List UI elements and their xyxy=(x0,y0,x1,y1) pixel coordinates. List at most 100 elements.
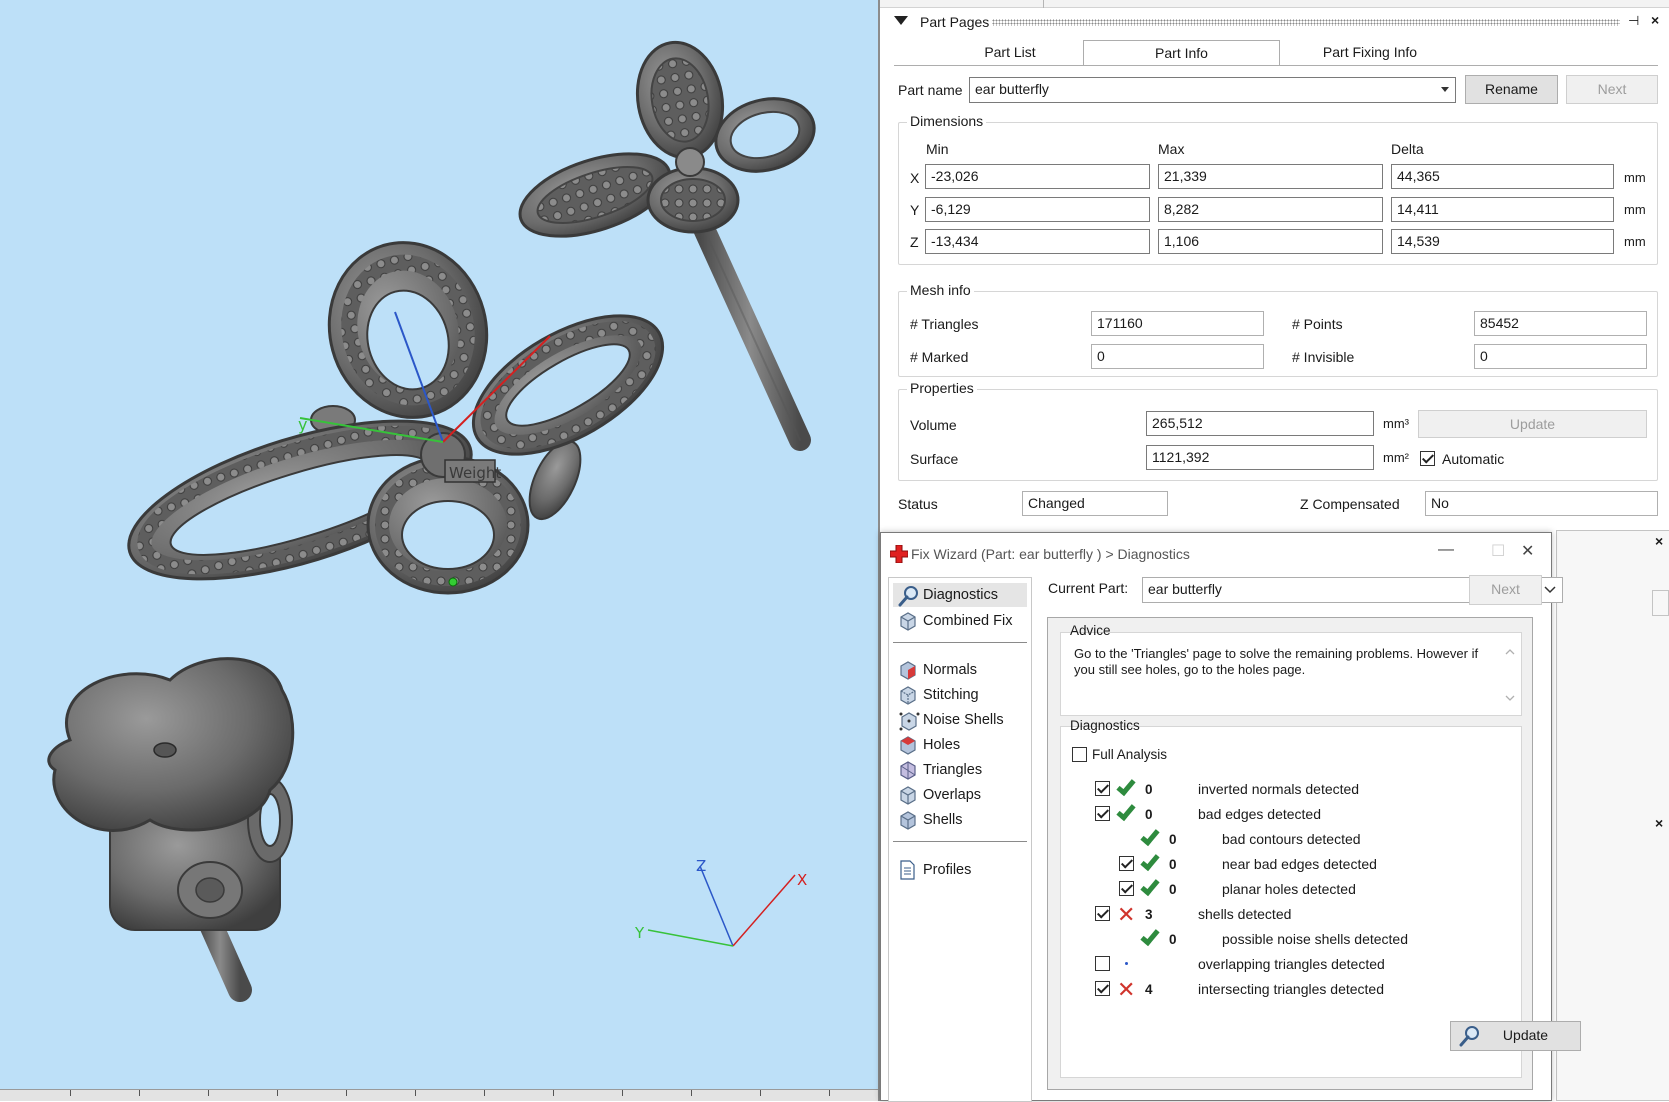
dim-header-min: Min xyxy=(926,141,949,157)
nav-combined-fix[interactable]: Combined Fix xyxy=(893,609,1027,633)
diag-count: 4 xyxy=(1145,982,1153,997)
part-name-label: Part name xyxy=(898,82,963,98)
nav-profiles[interactable]: Profiles xyxy=(893,858,1027,882)
diagnostics-update-button[interactable]: Update xyxy=(1450,1021,1581,1051)
diag-text: inverted normals detected xyxy=(1198,781,1360,797)
nav-noise-shells-label: Noise Shells xyxy=(923,712,1004,728)
top-strip xyxy=(880,0,1669,8)
properties-update-button[interactable]: Update xyxy=(1418,410,1647,438)
shells-cube-icon xyxy=(900,811,916,830)
nav-normals[interactable]: Normals xyxy=(893,658,1027,682)
minimize-icon[interactable]: — xyxy=(1438,541,1454,559)
diag-count: 0 xyxy=(1169,882,1177,897)
z-compensated-field[interactable]: No xyxy=(1425,491,1658,516)
ear-back-model[interactable] xyxy=(47,657,295,1002)
status-field[interactable]: Changed xyxy=(1022,491,1168,516)
dim-z-delta[interactable]: 14,539 xyxy=(1391,229,1614,254)
close-icon[interactable]: ✕ xyxy=(1521,541,1534,561)
triangles-field[interactable]: 171160 xyxy=(1091,311,1264,336)
part-name-combo[interactable]: ear butterfly xyxy=(969,77,1456,103)
dim-y-min[interactable]: -6,129 xyxy=(925,197,1150,222)
nav-triangles[interactable]: Triangles xyxy=(893,758,1027,782)
stitching-cube-icon xyxy=(900,686,916,705)
tab-part-info[interactable]: Part Info xyxy=(1083,40,1280,66)
status-label: Status xyxy=(898,496,938,512)
dim-axis-y: Y xyxy=(910,202,920,218)
gizmo-y-label: Y xyxy=(634,924,645,942)
collapse-triangle-icon[interactable] xyxy=(894,16,908,25)
background-combo[interactable] xyxy=(1652,590,1669,616)
dim-z-max[interactable]: 1,106 xyxy=(1158,229,1383,254)
dim-y-max[interactable]: 8,282 xyxy=(1158,197,1383,222)
diag-checkbox[interactable] xyxy=(1119,856,1134,871)
part-name-value: ear butterfly xyxy=(975,81,1049,97)
wizard-cross-icon xyxy=(890,545,908,563)
diag-text: bad contours detected xyxy=(1222,831,1361,847)
tab-part-fixing-info[interactable]: Part Fixing Info xyxy=(1290,40,1450,66)
marked-field[interactable]: 0 xyxy=(1091,344,1264,369)
error-x-icon: ✕ xyxy=(1117,977,1136,1002)
background-close-icon-2[interactable]: × xyxy=(1655,815,1663,831)
tab-part-list[interactable]: Part List xyxy=(950,40,1070,66)
automatic-checkbox[interactable] xyxy=(1420,451,1435,466)
3d-viewport[interactable]: Weight y Z X Y xyxy=(0,0,878,1101)
points-field[interactable]: 85452 xyxy=(1474,311,1647,336)
automatic-label: Automatic xyxy=(1442,451,1505,467)
dim-x-delta[interactable]: 44,365 xyxy=(1391,164,1614,189)
dim-x-min[interactable]: -23,026 xyxy=(925,164,1150,189)
scene-render[interactable]: Weight y Z X Y xyxy=(0,0,878,1101)
holes-cube-icon xyxy=(900,736,916,755)
triangles-label: # Triangles xyxy=(910,316,979,332)
advice-scrollbar[interactable] xyxy=(1503,645,1517,705)
diag-text: near bad edges detected xyxy=(1222,856,1377,872)
diag-checkbox[interactable] xyxy=(1095,906,1110,921)
nav-holes[interactable]: Holes xyxy=(893,733,1027,757)
full-analysis-label: Full Analysis xyxy=(1092,747,1168,762)
next-button[interactable]: Next xyxy=(1566,75,1658,104)
points-label: # Points xyxy=(1292,316,1343,332)
surface-field[interactable]: 1121,392 xyxy=(1146,445,1374,470)
nav-stitching[interactable]: Stitching xyxy=(893,683,1027,707)
rename-button[interactable]: Rename xyxy=(1465,75,1558,104)
gizmo-z-label: Z xyxy=(696,857,706,875)
current-part-value: ear butterfly xyxy=(1148,581,1222,597)
chevron-down-icon[interactable] xyxy=(1544,586,1556,594)
invisible-field[interactable]: 0 xyxy=(1474,344,1647,369)
diag-checkbox[interactable] xyxy=(1095,806,1110,821)
volume-field[interactable]: 265,512 xyxy=(1146,411,1374,436)
cube-icon xyxy=(900,612,916,631)
close-icon[interactable]: × xyxy=(1651,12,1659,28)
properties-title: Properties xyxy=(907,380,977,396)
wizard-next-button[interactable]: Next xyxy=(1469,575,1542,605)
axis-gizmo: Z X Y xyxy=(634,857,807,947)
diag-text: shells detected xyxy=(1198,906,1292,922)
maximize-icon[interactable]: ☐ xyxy=(1491,541,1505,561)
nav-shells[interactable]: Shells xyxy=(893,808,1027,832)
nav-noise-shells[interactable]: Noise Shells xyxy=(893,708,1027,732)
large-butterfly-model[interactable]: Weight y xyxy=(112,225,685,612)
diag-count: 0 xyxy=(1145,782,1153,797)
z-compensated-label: Z Compensated xyxy=(1300,496,1400,512)
normals-cube-icon xyxy=(900,661,916,680)
error-x-icon: ✕ xyxy=(1117,902,1136,927)
dim-header-delta: Delta xyxy=(1391,141,1424,157)
nav-diagnostics[interactable]: Diagnostics xyxy=(893,583,1027,607)
wizard-title: Fix Wizard (Part: ear butterfly ) > Diag… xyxy=(911,546,1190,562)
nav-overlaps[interactable]: Overlaps xyxy=(893,783,1027,807)
document-icon xyxy=(900,860,915,880)
overlaps-cube-icon xyxy=(900,786,916,805)
pin-icon[interactable]: ⊣ xyxy=(1628,13,1639,29)
drag-grip[interactable] xyxy=(992,19,1620,26)
chevron-down-icon[interactable] xyxy=(1441,87,1449,92)
dim-z-unit: mm xyxy=(1624,234,1646,249)
background-close-icon[interactable]: × xyxy=(1655,533,1663,549)
dim-x-max[interactable]: 21,339 xyxy=(1158,164,1383,189)
full-analysis-checkbox[interactable] xyxy=(1072,747,1087,762)
dim-y-delta[interactable]: 14,411 xyxy=(1391,197,1614,222)
diag-checkbox[interactable] xyxy=(1095,781,1110,796)
dim-z-min[interactable]: -13,434 xyxy=(925,229,1150,254)
diag-checkbox[interactable] xyxy=(1119,881,1134,896)
diagnostics-title: Diagnostics xyxy=(1070,718,1140,733)
diag-checkbox[interactable] xyxy=(1095,956,1110,971)
diag-checkbox[interactable] xyxy=(1095,981,1110,996)
